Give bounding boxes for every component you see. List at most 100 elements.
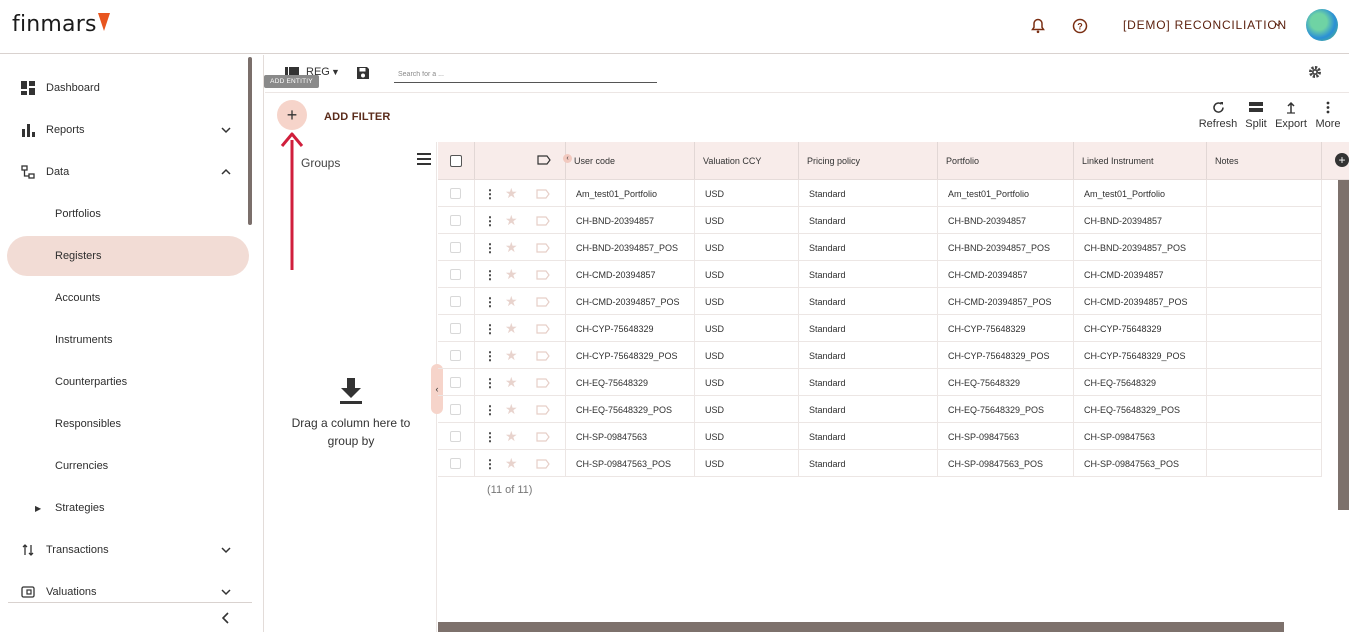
cell-valuation-ccy[interactable]: USD <box>695 234 799 261</box>
row-checkbox[interactable] <box>450 242 461 253</box>
star-icon[interactable]: ★ <box>505 266 518 283</box>
row-checkbox[interactable] <box>450 350 461 361</box>
table-row[interactable]: ⋮ ★ CH-SP-09847563 USD Standard CH-SP-0984756… <box>438 423 1322 450</box>
more-vertical-icon[interactable]: ⋮ <box>484 430 496 444</box>
vertical-scrollbar[interactable] <box>1338 180 1349 510</box>
cell-portfolio[interactable]: CH-SP-09847563_POS <box>938 450 1074 477</box>
cell-user-code[interactable]: CH-CMD-20394857 <box>566 261 695 288</box>
cell-valuation-ccy[interactable]: USD <box>695 207 799 234</box>
cell-linked-instrument[interactable]: CH-CMD-20394857_POS <box>1074 288 1207 315</box>
tag-icon[interactable] <box>536 431 550 442</box>
row-checkbox[interactable] <box>450 404 461 415</box>
avatar[interactable] <box>1306 9 1338 41</box>
tag-icon[interactable] <box>536 296 550 307</box>
cell-pricing-policy[interactable]: Standard <box>799 450 938 477</box>
sidebar-item-currencies[interactable]: Currencies <box>0 446 250 486</box>
row-checkbox[interactable] <box>450 296 461 307</box>
cell-pricing-policy[interactable]: Standard <box>799 234 938 261</box>
sidebar-item-strategies[interactable]: ▶ Strategies <box>0 488 250 528</box>
table-row[interactable]: ⋮ ★ CH-BND-20394857 USD Standard CH-BND-20394… <box>438 207 1322 234</box>
table-row[interactable]: ⋮ ★ CH-BND-20394857_POS USD Standard CH-BND-2… <box>438 234 1322 261</box>
cell-notes[interactable] <box>1207 369 1322 396</box>
star-icon[interactable]: ★ <box>505 239 518 256</box>
table-row[interactable]: ⋮ ★ CH-SP-09847563_POS USD Standard CH-SP-098… <box>438 450 1322 477</box>
row-checkbox[interactable] <box>450 431 461 442</box>
star-icon[interactable]: ★ <box>505 347 518 364</box>
cell-linked-instrument[interactable]: CH-BND-20394857 <box>1074 207 1207 234</box>
star-icon[interactable]: ★ <box>505 455 518 472</box>
cell-notes[interactable] <box>1207 396 1322 423</box>
cell-linked-instrument[interactable]: CH-SP-09847563_POS <box>1074 450 1207 477</box>
cell-user-code[interactable]: CH-SP-09847563_POS <box>566 450 695 477</box>
cell-linked-instrument[interactable]: CH-SP-09847563 <box>1074 423 1207 450</box>
more-vertical-icon[interactable]: ⋮ <box>484 322 496 336</box>
cell-valuation-ccy[interactable]: USD <box>695 396 799 423</box>
cell-linked-instrument[interactable]: CH-CYP-75648329_POS <box>1074 342 1207 369</box>
table-row[interactable]: ⋮ ★ Am_test01_Portfolio USD Standard Am_test0… <box>438 180 1322 207</box>
sidebar-item-responsibles[interactable]: Responsibles <box>0 404 250 444</box>
sidebar-item-valuations[interactable]: Valuations <box>0 572 250 612</box>
help-icon[interactable]: ? <box>1070 16 1090 36</box>
cell-valuation-ccy[interactable]: USD <box>695 342 799 369</box>
row-checkbox[interactable] <box>450 377 461 388</box>
table-row[interactable]: ⋮ ★ CH-EQ-75648329 USD Standard CH-EQ-7564832… <box>438 369 1322 396</box>
cell-valuation-ccy[interactable]: USD <box>695 369 799 396</box>
cell-portfolio[interactable]: CH-CMD-20394857 <box>938 261 1074 288</box>
cell-notes[interactable] <box>1207 180 1322 207</box>
column-header-notes[interactable]: Notes <box>1207 142 1322 179</box>
column-header-pricing-policy[interactable]: Pricing policy <box>799 142 938 179</box>
caret-down-icon[interactable]: ▼ <box>331 67 340 77</box>
add-column-icon[interactable]: + <box>1335 153 1349 167</box>
row-checkbox[interactable] <box>450 188 461 199</box>
tag-icon[interactable] <box>536 350 550 361</box>
cell-linked-instrument[interactable]: CH-CMD-20394857 <box>1074 261 1207 288</box>
star-icon[interactable]: ★ <box>505 401 518 418</box>
cell-linked-instrument[interactable]: CH-BND-20394857_POS <box>1074 234 1207 261</box>
cell-notes[interactable] <box>1207 207 1322 234</box>
cell-linked-instrument[interactable]: CH-CYP-75648329 <box>1074 315 1207 342</box>
column-header-valuation-ccy[interactable]: Valuation CCY <box>695 142 799 179</box>
cell-linked-instrument[interactable]: Am_test01_Portfolio <box>1074 180 1207 207</box>
add-entity-button[interactable]: + <box>277 100 307 130</box>
more-vertical-icon[interactable]: ⋮ <box>484 214 496 228</box>
tag-icon[interactable] <box>536 377 550 388</box>
cell-pricing-policy[interactable]: Standard <box>799 369 938 396</box>
row-checkbox[interactable] <box>450 323 461 334</box>
cell-pricing-policy[interactable]: Standard <box>799 315 938 342</box>
cell-valuation-ccy[interactable]: USD <box>695 180 799 207</box>
sidebar-item-counterparties[interactable]: Counterparties <box>0 362 250 402</box>
sidebar-item-portfolios[interactable]: Portfolios <box>0 194 250 234</box>
sidebar-item-accounts[interactable]: Accounts <box>0 278 250 318</box>
star-icon[interactable]: ★ <box>505 374 518 391</box>
cell-user-code[interactable]: CH-CMD-20394857_POS <box>566 288 695 315</box>
table-row[interactable]: ⋮ ★ CH-CYP-75648329 USD Standard CH-CYP-75648… <box>438 315 1322 342</box>
cell-pricing-policy[interactable]: Standard <box>799 396 938 423</box>
cell-user-code[interactable]: CH-CYP-75648329 <box>566 315 695 342</box>
more-vertical-icon[interactable]: ⋮ <box>484 295 496 309</box>
cell-valuation-ccy[interactable]: USD <box>695 288 799 315</box>
cell-notes[interactable] <box>1207 288 1322 315</box>
cell-portfolio[interactable]: CH-EQ-75648329_POS <box>938 396 1074 423</box>
table-row[interactable]: ⋮ ★ CH-CYP-75648329_POS USD Standard CH-CYP-7… <box>438 342 1322 369</box>
add-filter-button[interactable]: ADD FILTER <box>324 111 391 123</box>
cell-linked-instrument[interactable]: CH-EQ-75648329_POS <box>1074 396 1207 423</box>
tag-icon[interactable] <box>536 215 550 226</box>
cell-notes[interactable] <box>1207 342 1322 369</box>
cell-user-code[interactable]: CH-SP-09847563 <box>566 423 695 450</box>
star-icon[interactable]: ★ <box>505 212 518 229</box>
row-checkbox[interactable] <box>450 269 461 280</box>
column-header-user-code[interactable]: User code <box>566 142 695 179</box>
cell-user-code[interactable]: CH-CYP-75648329_POS <box>566 342 695 369</box>
cell-notes[interactable] <box>1207 315 1322 342</box>
cell-portfolio[interactable]: CH-EQ-75648329 <box>938 369 1074 396</box>
menu-icon[interactable] <box>417 152 431 168</box>
cell-pricing-policy[interactable]: Standard <box>799 180 938 207</box>
gear-icon[interactable] <box>1308 65 1322 83</box>
search-input[interactable] <box>394 65 657 84</box>
cell-valuation-ccy[interactable]: USD <box>695 450 799 477</box>
star-icon[interactable]: ★ <box>505 185 518 202</box>
row-checkbox[interactable] <box>450 215 461 226</box>
more-button[interactable]: More <box>1306 101 1349 130</box>
cell-portfolio[interactable]: CH-BND-20394857_POS <box>938 234 1074 261</box>
table-row[interactable]: ⋮ ★ CH-CMD-20394857 USD Standard CH-CMD-20394… <box>438 261 1322 288</box>
